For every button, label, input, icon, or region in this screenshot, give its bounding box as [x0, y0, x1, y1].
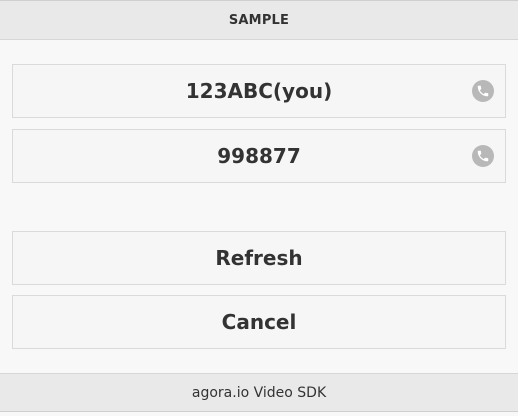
cancel-button[interactable]: Cancel — [12, 295, 506, 349]
page-title: SAMPLE — [228, 12, 290, 28]
cancel-label: Cancel — [221, 310, 297, 334]
bottom-spacer — [0, 412, 518, 416]
footer-text: agora.io Video SDK — [191, 384, 327, 401]
phone-icon[interactable] — [472, 80, 494, 102]
refresh-label: Refresh — [215, 246, 303, 270]
phone-icon[interactable] — [472, 145, 494, 167]
user-row-self[interactable]: 123ABC(you) — [12, 64, 506, 118]
footer-bar: agora.io Video SDK — [0, 373, 518, 412]
main-content: 123ABC(you) 998877 Refresh Cancel — [0, 40, 518, 373]
user-label: 123ABC(you) — [185, 79, 333, 103]
refresh-button[interactable]: Refresh — [12, 231, 506, 285]
user-label: 998877 — [217, 144, 301, 168]
user-row-remote[interactable]: 998877 — [12, 129, 506, 183]
header-bar: SAMPLE — [0, 0, 518, 40]
